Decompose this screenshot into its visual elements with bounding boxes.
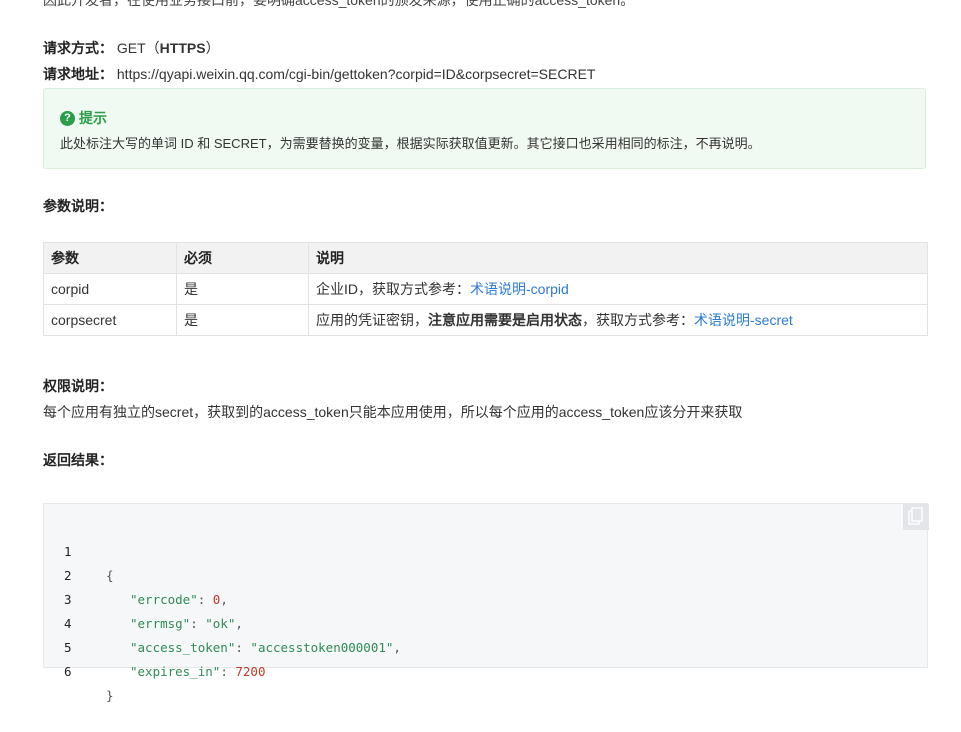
param-name: corpid (43, 273, 177, 305)
code-line: 4 "access_token": "accesstoken000001", (44, 588, 401, 655)
tip-title: ? 提示 (60, 108, 107, 128)
param-desc-text: 应用的凭证密钥， (316, 312, 428, 328)
request-url-value: https://qyapi.weixin.qq.com/cgi-bin/gett… (116, 66, 596, 82)
copy-button[interactable] (903, 504, 929, 530)
code-tail: , (393, 640, 401, 655)
code-text: "errcode": 0, (130, 588, 228, 612)
param-desc-text: 企业ID，获取方式参考： (316, 281, 470, 297)
param-desc-mid: ，获取方式参考： (582, 312, 694, 328)
permission-heading: 权限说明： (43, 378, 113, 394)
line-number: 6 (64, 664, 72, 679)
code-value: "accesstoken000001" (250, 640, 394, 655)
code-key: "access_token" (130, 640, 236, 655)
param-desc: 应用的凭证密钥，注意应用需要是启用状态，获取方式参考：术语说明-secret (308, 304, 928, 336)
table-row: corpid 是 企业ID，获取方式参考：术语说明-corpid (43, 273, 928, 305)
request-method-https: HTTPS (159, 40, 206, 56)
request-url-row: 请求地址： https://qyapi.weixin.qq.com/cgi-bi… (43, 64, 595, 84)
tip-text: 此处标注大写的单词 ID 和 SECRET，为需要替换的变量，根据实际获取值更新… (60, 136, 761, 151)
result-heading: 返回结果： (43, 452, 113, 468)
table-header-row: 参数 必须 说明 (43, 242, 928, 274)
code-tail: , (220, 592, 228, 607)
code-key: "expires_in" (130, 664, 221, 679)
code-line: 5 "expires_in": 7200 (44, 612, 265, 679)
code-value: 7200 (235, 664, 266, 679)
request-method-value: GET（ (116, 40, 160, 56)
term-corpid-link[interactable]: 术语说明-corpid (470, 281, 569, 297)
table-header-cell: 必须 (176, 242, 309, 274)
code-text: } (106, 688, 114, 703)
param-required: 是 (176, 304, 309, 336)
code-line: 6 } (44, 636, 114, 703)
code-text: "errmsg": "ok", (130, 612, 243, 636)
copy-icon (908, 506, 924, 528)
code-line: 3 "errmsg": "ok", (44, 564, 243, 631)
code-line: 1 { (44, 516, 114, 583)
params-heading: 参数说明： (43, 198, 113, 214)
tip-title-text: 提示 (79, 110, 107, 126)
table-header-cell: 参数 (43, 242, 177, 274)
tip-box: ? 提示 此处标注大写的单词 ID 和 SECRET，为需要替换的变量，根据实际… (43, 88, 926, 169)
param-desc-bold: 注意应用需要是启用状态 (428, 312, 582, 328)
intro-text: 因此开发者，在使用业务接口前，要明确access_token的颁发来源，使用正确… (43, 0, 635, 8)
code-text: "access_token": "accesstoken000001", (130, 636, 401, 660)
table-header-cell: 说明 (308, 242, 928, 274)
code-key: "errcode" (130, 592, 198, 607)
code-line: 2 "errcode": 0, (44, 540, 228, 607)
code-block: 1 { 2 "errcode": 0, 3 "errmsg": "ok", 4 … (43, 503, 929, 703)
request-method-label: 请求方式： (43, 40, 113, 56)
code-sep: : (220, 664, 236, 679)
param-required: 是 (176, 273, 309, 305)
term-secret-link[interactable]: 术语说明-secret (694, 312, 793, 328)
request-url-label: 请求地址： (43, 66, 113, 82)
param-name: corpsecret (43, 304, 177, 336)
question-icon: ? (60, 110, 75, 126)
table-row: corpsecret 是 应用的凭证密钥，注意应用需要是启用状态，获取方式参考：… (43, 304, 928, 336)
code-value: "ok" (205, 616, 236, 631)
code-sep: : (235, 640, 251, 655)
request-method-row: 请求方式： GET（HTTPS） (43, 38, 220, 58)
code-sep: : (190, 616, 206, 631)
permission-text: 每个应用有独立的secret，获取到的access_token只能本应用使用，所… (43, 404, 743, 420)
code-tail: , (235, 616, 243, 631)
params-table: 参数 必须 说明 corpid 是 企业ID，获取方式参考：术语说明-corpi… (43, 242, 928, 336)
request-method-close: ） (205, 40, 220, 56)
code-text: { (106, 568, 114, 583)
code-text: "expires_in": 7200 (130, 660, 265, 684)
param-desc: 企业ID，获取方式参考：术语说明-corpid (308, 273, 928, 305)
code-key: "errmsg" (130, 616, 191, 631)
code-sep: : (197, 592, 213, 607)
